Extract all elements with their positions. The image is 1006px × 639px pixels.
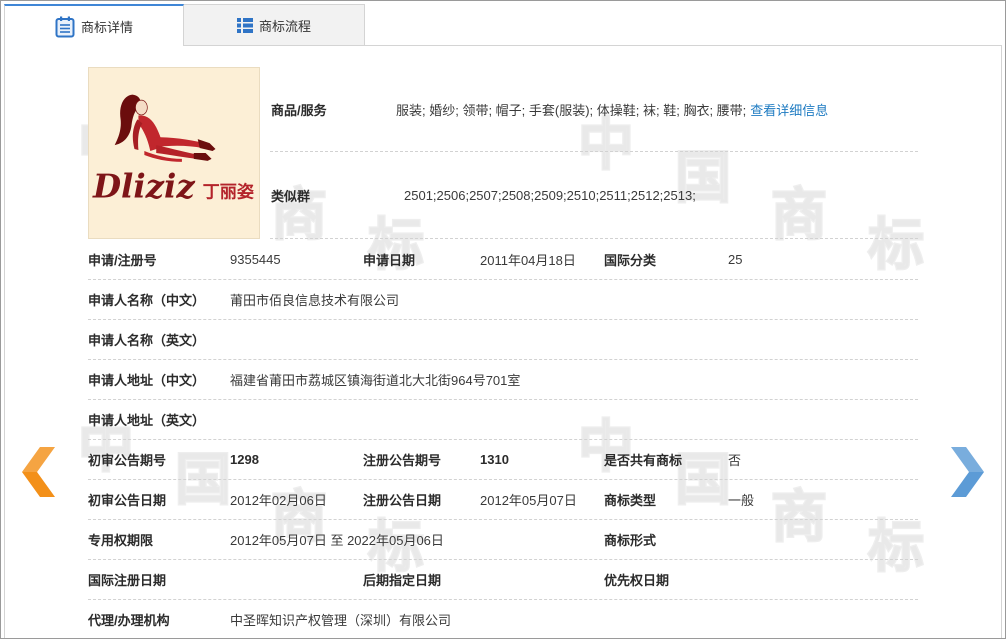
- table-row: 申请/注册号 9355445 申请日期 2011年04月18日 国际分类 25: [88, 240, 918, 280]
- applicant-addr-cn-value: 福建省莆田市荔城区镇海街道北大北街964号701室: [230, 373, 521, 388]
- reg-no-label: 申请/注册号: [88, 253, 157, 268]
- goods-services-label: 商品/服务: [271, 102, 327, 118]
- table-row: 初审公告期号 1298 注册公告期号 1310 是否共有商标 否: [88, 440, 918, 480]
- table-row: 代理/办理机构 中圣晖知识产权管理（深圳）有限公司: [88, 600, 918, 639]
- prelim-pub-date-label: 初审公告日期: [88, 493, 167, 508]
- table-row: 申请人名称（英文）: [88, 320, 918, 360]
- mark-type-value: 一般: [728, 493, 755, 508]
- document-icon: [55, 16, 75, 38]
- agency-label: 代理/办理机构: [88, 613, 170, 628]
- chevron-right-icon: [951, 447, 984, 497]
- reg-pub-issue-value: 1310: [480, 452, 509, 467]
- tab-trademark-process[interactable]: 商标流程: [183, 4, 365, 45]
- exclusive-period-value: 2012年05月07日 至 2022年05月06日: [230, 533, 444, 548]
- exclusive-period-label: 专用权期限: [88, 533, 154, 548]
- chevron-left-icon: [22, 447, 55, 497]
- table-row: 申请人名称（中文） 莆田市佰良信息技术有限公司: [88, 280, 918, 320]
- logo-wordmark: Dliziz: [92, 166, 196, 205]
- applicant-name-cn-value: 莆田市佰良信息技术有限公司: [230, 293, 400, 308]
- applicant-addr-cn-label: 申请人地址（中文）: [88, 373, 206, 388]
- intl-class-value: 25: [728, 252, 743, 267]
- intl-reg-date-label: 国际注册日期: [88, 573, 167, 588]
- similar-groups-value: 2501;2506;2507;2508;2509;2510;2511;2512;…: [404, 187, 696, 203]
- list-icon: [236, 17, 253, 33]
- applicant-addr-en-label: 申请人地址（英文）: [88, 413, 206, 428]
- table-row: 申请人地址（英文）: [88, 400, 918, 440]
- prev-button[interactable]: [22, 447, 56, 497]
- later-designation-date-label: 后期指定日期: [363, 573, 442, 588]
- tab-trademark-details[interactable]: 商标详情: [4, 4, 184, 46]
- agency-value: 中圣晖知识产权管理（深圳）有限公司: [230, 613, 452, 628]
- view-details-link[interactable]: 查看详细信息: [750, 103, 828, 118]
- trademark-details: Dliziz 丁丽姿 商品/服务 服装; 婚纱; 领带; 帽子; 手套(服装);…: [88, 67, 918, 639]
- prelim-pub-issue-label: 初审公告期号: [88, 453, 167, 468]
- mark-form-label: 商标形式: [604, 533, 657, 548]
- table-row: 专用权期限 2012年05月07日 至 2022年05月06日 商标形式: [88, 520, 918, 560]
- reg-no-value: 9355445: [230, 252, 281, 267]
- apply-date-label: 申请日期: [363, 253, 416, 268]
- reg-pub-issue-label: 注册公告期号: [363, 453, 442, 468]
- table-row: 国际注册日期 后期指定日期 优先权日期: [88, 560, 918, 600]
- trademark-image: Dliziz 丁丽姿: [88, 67, 260, 239]
- similar-groups-row: 类似群 2501;2506;2507;2508;2509;2510;2511;2…: [270, 152, 918, 239]
- field-table: 申请/注册号 9355445 申请日期 2011年04月18日 国际分类 25 …: [88, 240, 918, 639]
- table-row: 初审公告日期 2012年02月06日 注册公告日期 2012年05月07日 商标…: [88, 480, 918, 520]
- reg-pub-date-label: 注册公告日期: [363, 493, 442, 508]
- prelim-pub-date-value: 2012年02月06日: [230, 493, 327, 508]
- similar-groups-label: 类似群: [271, 188, 311, 204]
- reg-pub-date-value: 2012年05月07日: [480, 493, 577, 508]
- apply-date-value: 2011年04月18日: [480, 253, 576, 268]
- prelim-pub-issue-value: 1298: [230, 452, 259, 467]
- table-row: 申请人地址（中文） 福建省莆田市荔城区镇海街道北大北街964号701室: [88, 360, 918, 400]
- tab-label: 商标流程: [258, 18, 311, 34]
- goods-services-list: 服装; 婚纱; 领带; 帽子; 手套(服装); 体操鞋; 袜; 鞋; 胸衣; 腰…: [396, 102, 747, 118]
- applicant-name-en-label: 申请人名称（英文）: [88, 333, 206, 348]
- goods-services-value: 服装; 婚纱; 领带; 帽子; 手套(服装); 体操鞋; 袜; 鞋; 胸衣; 腰…: [396, 100, 828, 119]
- woman-figure-logo: [114, 94, 216, 162]
- mark-type-label: 商标类型: [604, 493, 657, 508]
- next-button[interactable]: [950, 447, 984, 497]
- shared-mark-value: 否: [728, 453, 742, 468]
- goods-info: 商品/服务 服装; 婚纱; 领带; 帽子; 手套(服装); 体操鞋; 袜; 鞋;…: [270, 67, 918, 239]
- applicant-name-cn-label: 申请人名称（中文）: [88, 293, 206, 308]
- priority-date-label: 优先权日期: [604, 573, 670, 588]
- intl-class-label: 国际分类: [604, 253, 657, 268]
- shared-mark-label: 是否共有商标: [604, 453, 683, 468]
- tab-label: 商标详情: [80, 20, 133, 35]
- logo-chinese-name: 丁丽姿: [203, 181, 255, 201]
- goods-services-row: 商品/服务 服装; 婚纱; 领带; 帽子; 手套(服装); 体操鞋; 袜; 鞋;…: [270, 67, 918, 152]
